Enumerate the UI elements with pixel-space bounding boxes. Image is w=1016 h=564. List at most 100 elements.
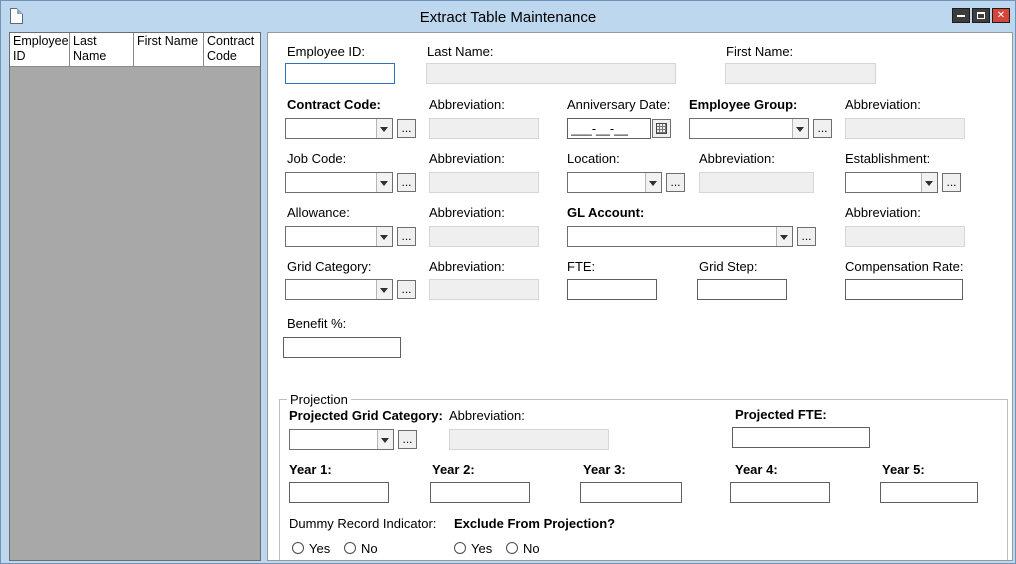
compensation-rate-label: Compensation Rate: xyxy=(845,259,964,274)
minimize-icon xyxy=(957,15,965,17)
column-header-first-name: First Name xyxy=(134,33,204,67)
first-name-label: First Name: xyxy=(726,44,793,59)
job-code-label: Job Code: xyxy=(287,151,346,166)
grid-category-browse-button[interactable]: ... xyxy=(397,280,416,299)
establishment-select[interactable] xyxy=(845,172,938,193)
allowance-browse-button[interactable]: ... xyxy=(397,227,416,246)
projection-legend: Projection xyxy=(287,392,351,407)
chevron-down-icon xyxy=(649,181,657,190)
gl-account-browse-button[interactable]: ... xyxy=(797,227,816,246)
projected-grid-category-select[interactable] xyxy=(289,429,394,450)
location-select[interactable] xyxy=(567,172,662,193)
anniversary-date-label: Anniversary Date: xyxy=(567,97,670,112)
allowance-select[interactable] xyxy=(285,226,393,247)
exclude-projection-no-label: No xyxy=(523,541,540,556)
employee-group-label: Employee Group: xyxy=(689,97,797,112)
minimize-button[interactable] xyxy=(952,8,970,23)
year2-input[interactable] xyxy=(430,482,530,503)
titlebar: Extract Table Maintenance ✕ xyxy=(1,1,1015,32)
year1-label: Year 1: xyxy=(289,462,332,477)
projected-grid-category-abbreviation-field xyxy=(449,429,609,450)
projected-fte-label: Projected FTE: xyxy=(735,407,827,422)
employee-group-abbreviation-field xyxy=(845,118,965,139)
contract-code-label: Contract Code: xyxy=(287,97,381,112)
establishment-browse-button[interactable]: ... xyxy=(942,173,961,192)
location-label: Location: xyxy=(567,151,620,166)
gl-account-select[interactable] xyxy=(567,226,793,247)
year5-input[interactable] xyxy=(880,482,978,503)
exclude-from-projection-label: Exclude From Projection? xyxy=(454,516,615,531)
last-name-label: Last Name: xyxy=(427,44,493,59)
job-code-browse-button[interactable]: ... xyxy=(397,173,416,192)
chevron-down-icon xyxy=(796,127,804,136)
allowance-label: Allowance: xyxy=(287,205,350,220)
column-header-employee-id: Employee ID xyxy=(10,33,70,67)
employee-list-panel: Employee ID Last Name First Name Contrac… xyxy=(9,32,261,561)
employee-group-browse-button[interactable]: ... xyxy=(813,119,832,138)
year1-input[interactable] xyxy=(289,482,389,503)
abbreviation-label: Abbreviation: xyxy=(429,259,505,274)
benefit-percent-label: Benefit %: xyxy=(287,316,346,331)
contract-code-select[interactable] xyxy=(285,118,393,139)
close-button[interactable]: ✕ xyxy=(992,8,1010,23)
maximize-button[interactable] xyxy=(972,8,990,23)
dummy-record-indicator-label: Dummy Record Indicator: xyxy=(289,516,436,531)
grid-step-label: Grid Step: xyxy=(699,259,758,274)
abbreviation-label: Abbreviation: xyxy=(845,97,921,112)
job-code-select[interactable] xyxy=(285,172,393,193)
gl-account-abbreviation-field xyxy=(845,226,965,247)
gl-account-label: GL Account: xyxy=(567,205,644,220)
year5-label: Year 5: xyxy=(882,462,925,477)
job-code-abbreviation-field xyxy=(429,172,539,193)
projected-grid-category-browse-button[interactable]: ... xyxy=(398,430,417,449)
anniversary-date-input[interactable] xyxy=(567,118,651,139)
anniversary-date-picker-button[interactable] xyxy=(652,119,671,138)
abbreviation-label: Abbreviation: xyxy=(845,205,921,220)
exclude-projection-yes-radio[interactable] xyxy=(454,542,466,554)
compensation-rate-input[interactable] xyxy=(845,279,963,300)
last-name-field xyxy=(426,63,676,84)
fte-label: FTE: xyxy=(567,259,595,274)
projected-fte-input[interactable] xyxy=(732,427,870,448)
dummy-record-no-label: No xyxy=(361,541,378,556)
establishment-label: Establishment: xyxy=(845,151,930,166)
chevron-down-icon xyxy=(380,181,388,190)
contract-code-browse-button[interactable]: ... xyxy=(397,119,416,138)
chevron-down-icon xyxy=(925,181,933,190)
year4-label: Year 4: xyxy=(735,462,778,477)
abbreviation-label: Abbreviation: xyxy=(429,205,505,220)
chevron-down-icon xyxy=(780,235,788,244)
abbreviation-label: Abbreviation: xyxy=(699,151,775,166)
chevron-down-icon xyxy=(380,235,388,244)
dummy-record-yes-radio[interactable] xyxy=(292,542,304,554)
window-title: Extract Table Maintenance xyxy=(1,9,1015,26)
chevron-down-icon xyxy=(380,127,388,136)
grid-category-select[interactable] xyxy=(285,279,393,300)
grid-category-label: Grid Category: xyxy=(287,259,372,274)
exclude-projection-no-radio[interactable] xyxy=(506,542,518,554)
employee-group-select[interactable] xyxy=(689,118,809,139)
column-header-contract-code: Contract Code xyxy=(204,33,260,67)
year3-label: Year 3: xyxy=(583,462,626,477)
grid-category-abbreviation-field xyxy=(429,279,539,300)
employee-list-body[interactable] xyxy=(10,67,260,560)
employee-list-header: Employee ID Last Name First Name Contrac… xyxy=(10,33,260,67)
benefit-percent-input[interactable] xyxy=(283,337,401,358)
exclude-projection-yes-label: Yes xyxy=(471,541,492,556)
fte-input[interactable] xyxy=(567,279,657,300)
chevron-down-icon xyxy=(380,288,388,297)
chevron-down-icon xyxy=(381,438,389,447)
dummy-record-yes-label: Yes xyxy=(309,541,330,556)
projection-group xyxy=(279,399,1008,561)
location-browse-button[interactable]: ... xyxy=(666,173,685,192)
employee-id-input[interactable] xyxy=(285,63,395,84)
maximize-icon xyxy=(977,12,985,19)
year4-input[interactable] xyxy=(730,482,830,503)
year3-input[interactable] xyxy=(580,482,682,503)
grid-step-input[interactable] xyxy=(697,279,787,300)
employee-id-label: Employee ID: xyxy=(287,44,365,59)
dummy-record-no-radio[interactable] xyxy=(344,542,356,554)
abbreviation-label: Abbreviation: xyxy=(429,151,505,166)
calendar-icon xyxy=(656,123,667,134)
contract-code-abbreviation-field xyxy=(429,118,539,139)
